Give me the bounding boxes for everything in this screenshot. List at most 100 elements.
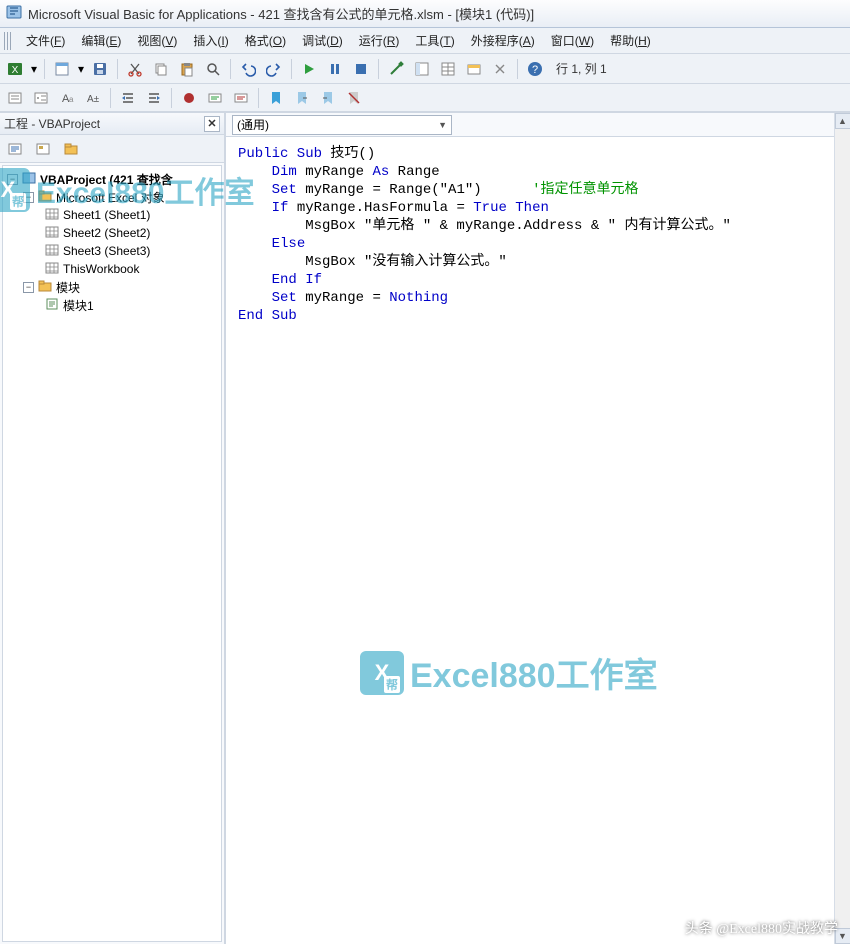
code-header: (通用) ▼ <box>226 113 850 137</box>
menu-i[interactable]: 插入(I) <box>185 29 236 52</box>
module-icon <box>45 297 59 314</box>
toolbar-separator <box>230 59 231 79</box>
menu-f[interactable]: 文件(F) <box>18 29 73 52</box>
tree-label: 模块 <box>56 279 80 296</box>
undo-button[interactable] <box>237 58 259 80</box>
chevron-down-icon: ▼ <box>438 120 447 130</box>
break-button[interactable] <box>324 58 346 80</box>
menubar: 文件(F)编辑(E)视图(V)插入(I)格式(O)调试(D)运行(R)工具(T)… <box>0 28 850 54</box>
scroll-down-button[interactable]: ▼ <box>835 928 850 944</box>
menu-o[interactable]: 格式(O) <box>237 29 294 52</box>
menu-d[interactable]: 调试(D) <box>294 29 351 52</box>
reset-button[interactable] <box>350 58 372 80</box>
expander-minus-icon[interactable]: − <box>23 282 34 293</box>
list-constants-button[interactable] <box>30 87 52 109</box>
tree-modules-folder[interactable]: − 模块 <box>5 278 219 296</box>
tree-label: 模块1 <box>63 297 94 314</box>
tree-label: Sheet2 (Sheet2) <box>63 226 150 240</box>
svg-text:a: a <box>69 95 74 104</box>
indent-button[interactable] <box>117 87 139 109</box>
uncomment-block-button[interactable] <box>230 87 252 109</box>
project-tree[interactable]: − VBAProject (421 查找含 − Microsoft Excel … <box>2 165 222 942</box>
object-combo[interactable]: (通用) ▼ <box>232 115 452 135</box>
toolbar-separator <box>117 59 118 79</box>
object-browser-button[interactable] <box>463 58 485 80</box>
tree-sheet-item[interactable]: Sheet3 (Sheet3) <box>5 242 219 260</box>
tree-sheet-item[interactable]: ThisWorkbook <box>5 260 219 278</box>
copy-button[interactable] <box>150 58 172 80</box>
worksheet-icon <box>45 225 59 242</box>
expander-minus-icon[interactable]: − <box>23 192 34 203</box>
tree-project-root[interactable]: − VBAProject (421 查找含 <box>5 170 219 188</box>
vertical-scrollbar[interactable]: ▲ ▼ <box>834 113 850 944</box>
vba-app-icon <box>6 4 22 23</box>
tree-excel-objects-folder[interactable]: − Microsoft Excel 对象 <box>5 188 219 206</box>
toolbar-separator <box>110 88 111 108</box>
menu-a[interactable]: 外接程序(A) <box>463 29 543 52</box>
project-panel-title: 工程 - VBAProject <box>4 115 100 132</box>
tree-label: VBAProject (421 查找含 <box>40 171 173 188</box>
bookmark-next-button[interactable] <box>291 87 313 109</box>
view-code-button[interactable] <box>4 138 26 160</box>
menu-e[interactable]: 编辑(E) <box>73 29 129 52</box>
breakpoint-button[interactable] <box>178 87 200 109</box>
worksheet-icon <box>45 243 59 260</box>
redo-button[interactable] <box>263 58 285 80</box>
dropdown-icon[interactable]: ▾ <box>30 58 38 80</box>
menu-v[interactable]: 视图(V) <box>129 29 185 52</box>
parameter-info-button[interactable]: A± <box>82 87 104 109</box>
quick-info-button[interactable]: Aa <box>56 87 78 109</box>
code-editor[interactable]: Public Sub 技巧() Dim myRange As Range Set… <box>226 137 850 944</box>
toolbar-separator <box>378 59 379 79</box>
tree-sheet-item[interactable]: Sheet1 (Sheet1) <box>5 206 219 224</box>
toolbar-separator <box>258 88 259 108</box>
tree-label: Sheet3 (Sheet3) <box>63 244 150 258</box>
svg-text:A±: A± <box>87 94 100 105</box>
tree-label: ThisWorkbook <box>63 262 139 276</box>
paste-button[interactable] <box>176 58 198 80</box>
save-button[interactable] <box>89 58 111 80</box>
dropdown-icon[interactable]: ▾ <box>77 58 85 80</box>
worksheet-icon <box>45 207 59 224</box>
toolbar-separator <box>44 59 45 79</box>
tree-label: Sheet1 (Sheet1) <box>63 208 150 222</box>
content-area: 工程 - VBAProject ✕ − VBAProject (421 查找含 … <box>0 112 850 944</box>
menu-h[interactable]: 帮助(H) <box>602 29 659 52</box>
expander-minus-icon[interactable]: − <box>7 174 18 185</box>
bookmark-toggle-button[interactable] <box>265 87 287 109</box>
bookmark-prev-button[interactable] <box>317 87 339 109</box>
comment-block-button[interactable] <box>204 87 226 109</box>
toolbox-button[interactable] <box>489 58 511 80</box>
svg-text:?: ? <box>532 64 538 76</box>
list-properties-button[interactable] <box>4 87 26 109</box>
help-button[interactable]: ? <box>524 58 546 80</box>
bookmark-clear-button[interactable] <box>343 87 365 109</box>
properties-button[interactable] <box>437 58 459 80</box>
run-button[interactable] <box>298 58 320 80</box>
menu-t[interactable]: 工具(T) <box>407 29 462 52</box>
insert-button[interactable] <box>51 58 73 80</box>
menu-r[interactable]: 运行(R) <box>351 29 408 52</box>
toggle-folders-button[interactable] <box>60 138 82 160</box>
close-panel-button[interactable]: ✕ <box>204 116 220 132</box>
tree-module-item[interactable]: 模块1 <box>5 296 219 314</box>
menu-w[interactable]: 窗口(W) <box>543 29 602 52</box>
toolbar-separator <box>291 59 292 79</box>
cursor-position-label: 行 1, 列 1 <box>556 60 607 77</box>
cut-button[interactable] <box>124 58 146 80</box>
combo-value: (通用) <box>237 116 269 133</box>
folder-icon <box>38 189 52 206</box>
project-explorer-button[interactable] <box>411 58 433 80</box>
view-object-button[interactable] <box>32 138 54 160</box>
find-button[interactable] <box>202 58 224 80</box>
code-pane: (通用) ▼ Public Sub 技巧() Dim myRange As Ra… <box>226 113 850 944</box>
tree-sheet-item[interactable]: Sheet2 (Sheet2) <box>5 224 219 242</box>
worksheet-icon <box>45 261 59 278</box>
scroll-up-button[interactable]: ▲ <box>835 113 850 129</box>
project-panel-toolbar <box>0 135 224 163</box>
view-excel-button[interactable]: X <box>4 58 26 80</box>
vbaproject-icon <box>22 171 36 188</box>
outdent-button[interactable] <box>143 87 165 109</box>
main-toolbar: X ▾ ▾ ? 行 1, 列 1 <box>0 54 850 84</box>
design-mode-button[interactable] <box>385 58 407 80</box>
